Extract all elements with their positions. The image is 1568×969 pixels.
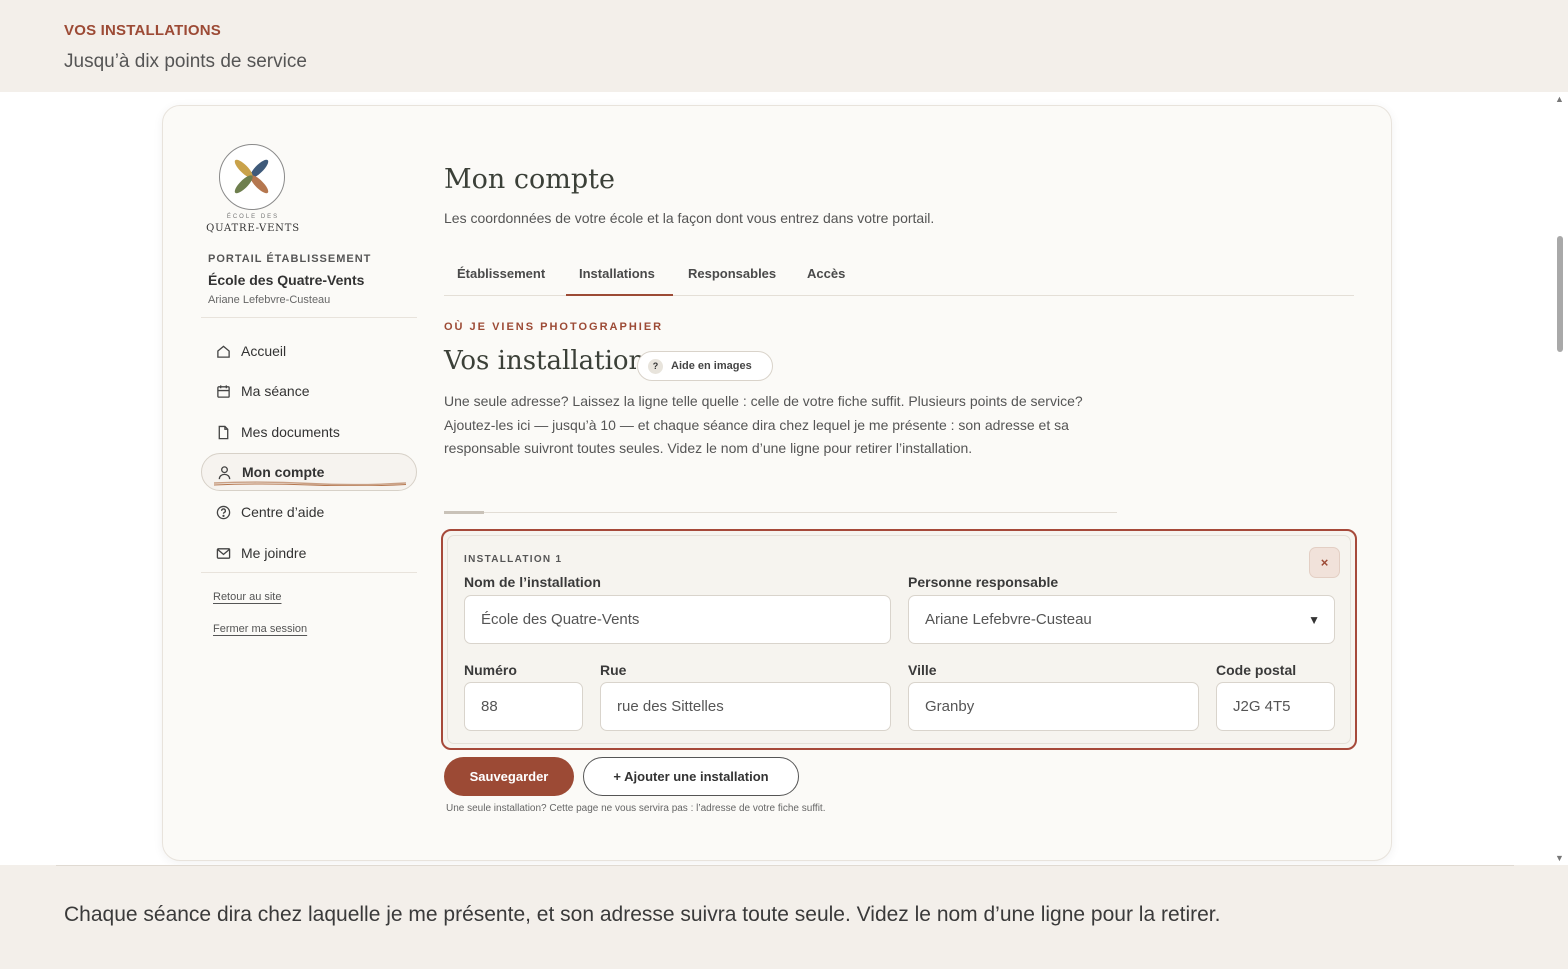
section-description: Une seule adresse? Laissez la ligne tell… (444, 393, 1083, 456)
chevron-down-icon: ▼ (1308, 612, 1320, 627)
street-input[interactable]: rue des Sittelles (600, 682, 891, 731)
sidebar-item-label: Accueil (241, 343, 287, 359)
school-logo[interactable] (219, 144, 285, 210)
scrollbar-thumb[interactable] (1557, 236, 1563, 352)
calendar-icon (215, 383, 231, 399)
installation-name-value: École des Quatre-Vents (481, 611, 640, 628)
bottom-caption: Chaque séance dira chez laquelle je me p… (64, 903, 1221, 926)
header-subtitle: Jusqu’à dix points de service (64, 51, 307, 72)
help-images-button[interactable]: ? Aide en images (637, 351, 773, 381)
number-value: 88 (481, 698, 498, 715)
installation-name-input[interactable]: École des Quatre-Vents (464, 595, 891, 644)
windmill-logo-icon (234, 159, 269, 194)
city-label: Ville (908, 662, 937, 678)
responsible-label: Personne responsable (908, 574, 1059, 590)
sidebar-divider (201, 317, 417, 318)
school-name: École des Quatre-Vents (208, 272, 365, 288)
tab-etablissement[interactable]: Établissement (457, 266, 545, 281)
installation-label: INSTALLATION 1 (464, 554, 563, 565)
street-value: rue des Sittelles (617, 698, 724, 715)
installations-progress-bar (444, 511, 1117, 514)
logout-link[interactable]: Fermer ma session (213, 623, 307, 635)
home-icon (215, 343, 231, 359)
logo-name: QUATRE-VENTS (206, 223, 300, 234)
sidebar-item-mes-documents[interactable]: Mes documents (201, 413, 417, 451)
add-installation-button[interactable]: + Ajouter une installation (583, 757, 799, 796)
bottom-divider (56, 865, 1514, 866)
user-icon (216, 464, 232, 480)
city-input[interactable]: Granby (908, 682, 1199, 731)
sidebar-item-label: Me joindre (241, 545, 307, 561)
sidebar-item-label: Mes documents (241, 424, 340, 440)
name-label: Nom de l’installation (464, 574, 601, 590)
top-band: VOS INSTALLATIONS Jusqu’à dix points de … (0, 0, 1568, 92)
postal-code-value: J2G 4T5 (1233, 698, 1291, 715)
question-icon: ? (648, 358, 663, 374)
portal-label: PORTAIL ÉTABLISSEMENT (208, 253, 372, 265)
sidebar-item-label: Centre d’aide (241, 504, 325, 520)
progress-fill (444, 511, 485, 514)
postal-code-input[interactable]: J2G 4T5 (1216, 682, 1335, 731)
active-underline-decoration (214, 481, 406, 486)
portal-card: ÉCOLE DES QUATRE-VENTS PORTAIL ÉTABLISSE… (162, 105, 1392, 861)
page-title: Mon compte (444, 164, 615, 195)
sidebar-item-label: Ma séance (241, 383, 310, 399)
section-title: Vos installations (444, 346, 659, 376)
user-name: Ariane Lefebvre-Custeau (208, 294, 331, 306)
help-button-label: Aide en images (671, 360, 752, 372)
active-tab-indicator (566, 294, 673, 296)
responsible-value: Ariane Lefebvre-Custeau (925, 611, 1092, 628)
number-label: Numéro (464, 662, 517, 678)
logo-small-text: ÉCOLE DES (226, 214, 280, 220)
scrollbar[interactable]: ▲ ▼ (1552, 92, 1568, 865)
tab-responsables[interactable]: Responsables (688, 266, 776, 281)
account-tabs: Établissement Installations Responsables… (444, 260, 1354, 296)
mail-icon (215, 545, 231, 561)
sidebar-item-mon-compte[interactable]: Mon compte (201, 453, 417, 491)
back-to-site-link[interactable]: Retour au site (213, 591, 281, 603)
sidebar-item-accueil[interactable]: Accueil (201, 332, 417, 370)
sidebar-divider (201, 572, 417, 573)
help-circle-icon (215, 504, 231, 520)
footnote: Une seule installation? Cette page ne vo… (446, 803, 826, 814)
remove-installation-button[interactable]: × (1309, 547, 1340, 578)
sidebar-item-label: Mon compte (242, 464, 325, 480)
document-icon (215, 424, 231, 440)
sidebar-item-centre-aide[interactable]: Centre d’aide (201, 493, 417, 531)
page-description: Les coordonnées de votre école et la faç… (444, 210, 935, 226)
city-value: Granby (925, 698, 975, 715)
sidebar-item-me-joindre[interactable]: Me joindre (201, 534, 417, 572)
browser-viewport: ÉCOLE DES QUATRE-VENTS PORTAIL ÉTABLISSE… (0, 92, 1568, 865)
installation-card: INSTALLATION 1 × Nom de l’installation É… (441, 529, 1357, 750)
scroll-up-icon[interactable]: ▲ (1555, 94, 1564, 104)
bottom-band: Chaque séance dira chez laquelle je me p… (0, 865, 1568, 969)
scroll-down-icon[interactable]: ▼ (1555, 853, 1564, 863)
postal-label: Code postal (1216, 662, 1297, 678)
save-button[interactable]: Sauvegarder (444, 757, 574, 796)
tab-acces[interactable]: Accès (807, 266, 845, 281)
street-label: Rue (600, 662, 627, 678)
section-eyebrow: OÙ JE VIENS PHOTOGRAPHIER (444, 321, 664, 333)
number-input[interactable]: 88 (464, 682, 583, 731)
responsible-select[interactable]: Ariane Lefebvre-Custeau ▼ (908, 595, 1335, 644)
tab-installations[interactable]: Installations (579, 266, 655, 281)
sidebar-item-ma-seance[interactable]: Ma séance (201, 372, 417, 410)
header-eyebrow: VOS INSTALLATIONS (64, 22, 222, 39)
